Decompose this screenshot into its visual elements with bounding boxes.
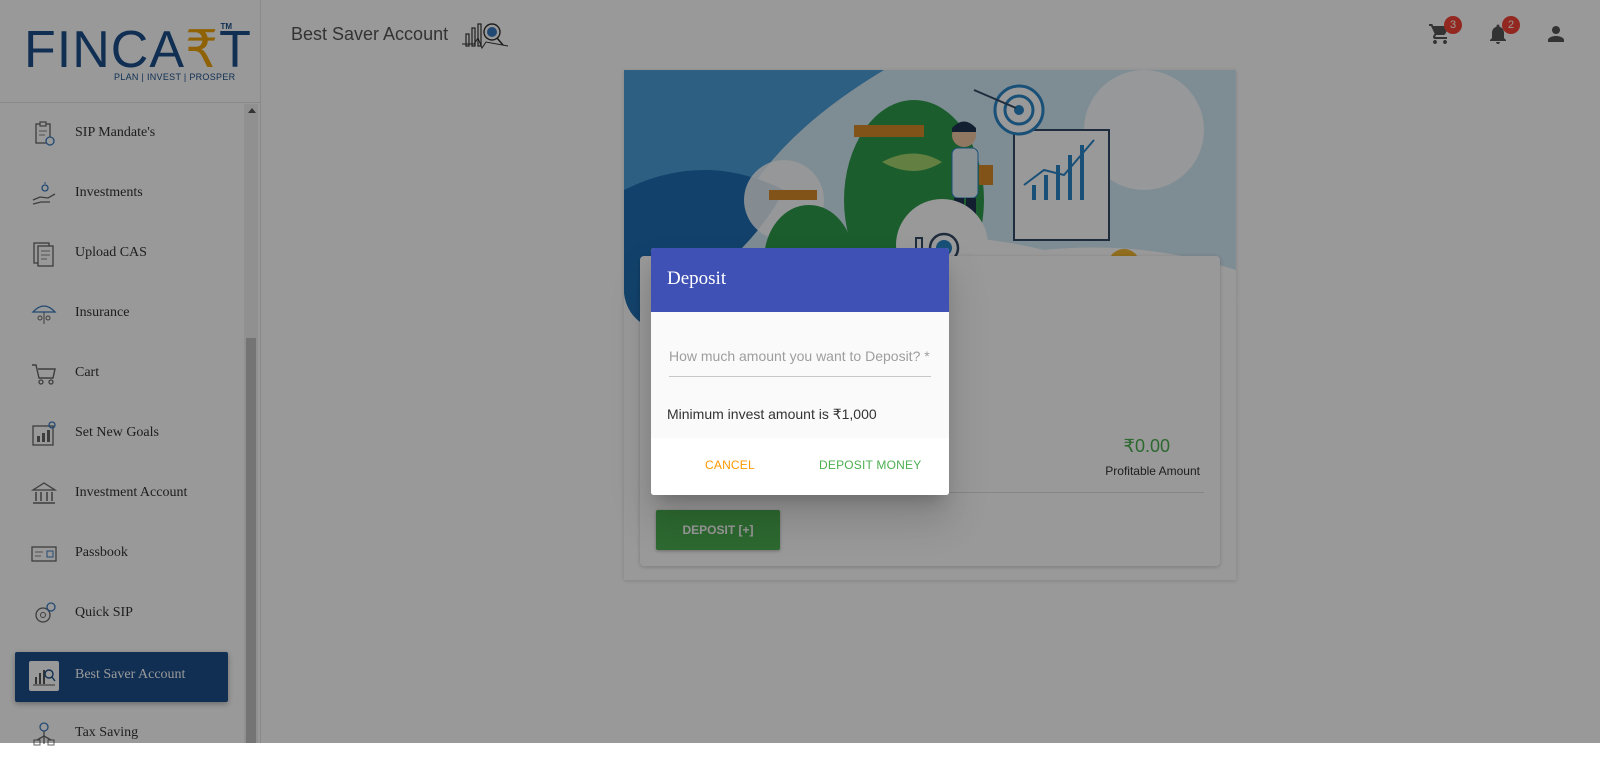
dialog-actions: CANCEL DEPOSIT MONEY xyxy=(651,438,949,495)
deposit-amount-input[interactable] xyxy=(669,336,931,377)
minimum-amount-note: Minimum invest amount is ₹1,000 xyxy=(667,406,877,422)
cancel-button[interactable]: CANCEL xyxy=(705,458,755,472)
deposit-money-button[interactable]: DEPOSIT MONEY xyxy=(819,458,921,472)
dialog-body: Minimum invest amount is ₹1,000 xyxy=(651,312,949,438)
dialog-header: Deposit xyxy=(651,248,949,312)
dialog-title: Deposit xyxy=(667,268,727,289)
deposit-dialog: Deposit Minimum invest amount is ₹1,000 … xyxy=(651,248,949,495)
